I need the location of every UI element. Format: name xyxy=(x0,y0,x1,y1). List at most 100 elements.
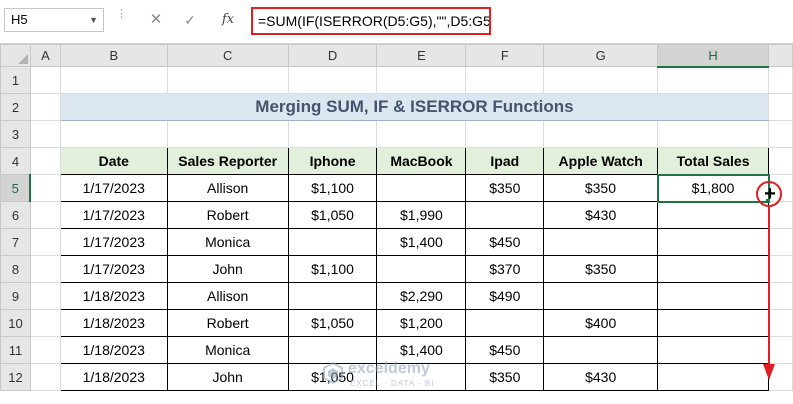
cell-macbook[interactable]: $2,290 xyxy=(376,282,467,310)
cell-date[interactable]: 1/17/2023 xyxy=(59,174,168,202)
name-box[interactable]: H5 ▼ xyxy=(4,8,104,32)
header-apple-watch[interactable]: Apple Watch xyxy=(543,147,659,175)
cell-ipad[interactable] xyxy=(465,201,545,229)
cell-apple-watch[interactable] xyxy=(543,228,659,256)
cell-h1[interactable] xyxy=(657,66,769,94)
row-header-3[interactable]: 3 xyxy=(0,120,31,148)
cell-a4[interactable] xyxy=(29,147,61,175)
row-header-9[interactable]: 9 xyxy=(0,282,31,310)
cell-iphone[interactable]: $1,100 xyxy=(287,174,378,202)
col-header-e[interactable]: E xyxy=(376,44,467,67)
cell-apple-watch[interactable]: $430 xyxy=(543,201,659,229)
cell-c3[interactable] xyxy=(166,120,289,148)
cell-a3[interactable] xyxy=(29,120,61,148)
cell-total-sales[interactable] xyxy=(657,363,769,391)
col-header-h[interactable]: H xyxy=(657,44,769,68)
row-header-2[interactable]: 2 xyxy=(0,93,31,121)
cell-iphone[interactable] xyxy=(287,282,378,310)
header-sales-reporter[interactable]: Sales Reporter xyxy=(166,147,289,175)
cell-date[interactable]: 1/17/2023 xyxy=(59,201,168,229)
cell-apple-watch[interactable]: $430 xyxy=(543,363,659,391)
cell-apple-watch[interactable] xyxy=(543,336,659,364)
cell-total-sales[interactable] xyxy=(657,201,769,229)
cell-apple-watch[interactable]: $350 xyxy=(543,174,659,202)
row-header-4[interactable]: 4 xyxy=(0,147,31,175)
cell-date[interactable]: 1/18/2023 xyxy=(59,282,168,310)
cell-macbook[interactable] xyxy=(376,174,467,202)
cell-ipad[interactable] xyxy=(465,309,545,337)
col-header-b[interactable]: B xyxy=(59,44,168,67)
cell-ipad[interactable]: $490 xyxy=(465,282,545,310)
cell-ipad[interactable]: $350 xyxy=(465,174,545,202)
formula-input[interactable]: =SUM(IF(ISERROR(D5:G5),"",D5:G5)) xyxy=(251,7,491,35)
cell-i1[interactable] xyxy=(768,66,793,94)
cell-a6[interactable] xyxy=(29,201,61,229)
header-ipad[interactable]: Ipad xyxy=(465,147,545,175)
chevron-down-icon[interactable]: ▼ xyxy=(89,9,98,31)
cell-f1[interactable] xyxy=(465,66,545,94)
cell-g1[interactable] xyxy=(543,66,659,94)
cell-reporter[interactable]: Robert xyxy=(166,201,289,229)
cell-i3[interactable] xyxy=(768,120,793,148)
cell-total-sales[interactable] xyxy=(657,309,769,337)
col-header-extra[interactable] xyxy=(768,44,793,67)
cell-macbook[interactable]: $1,400 xyxy=(376,228,467,256)
cell-a7[interactable] xyxy=(29,228,61,256)
cell-macbook[interactable] xyxy=(376,255,467,283)
cell-total-sales[interactable] xyxy=(657,282,769,310)
cell-e3[interactable] xyxy=(376,120,467,148)
header-macbook[interactable]: MacBook xyxy=(376,147,467,175)
cell-reporter[interactable]: Robert xyxy=(166,309,289,337)
cell-d3[interactable] xyxy=(287,120,378,148)
header-date[interactable]: Date xyxy=(59,147,168,175)
row-header-12[interactable]: 12 xyxy=(0,363,31,391)
row-header-10[interactable]: 10 xyxy=(0,309,31,337)
select-all-corner[interactable] xyxy=(0,44,31,67)
cell-a5[interactable] xyxy=(29,174,61,202)
cell-b1[interactable] xyxy=(59,66,168,94)
cell-reporter[interactable]: Allison xyxy=(166,174,289,202)
header-total-sales[interactable]: Total Sales xyxy=(657,147,769,175)
cell-total-sales[interactable] xyxy=(657,255,769,283)
cell-apple-watch[interactable] xyxy=(543,282,659,310)
cell-a9[interactable] xyxy=(29,282,61,310)
cell-total-sales[interactable] xyxy=(657,336,769,364)
cell-date[interactable]: 1/18/2023 xyxy=(59,363,168,391)
cell-f3[interactable] xyxy=(465,120,545,148)
cell-iphone[interactable]: $1,100 xyxy=(287,255,378,283)
cell-reporter[interactable]: Monica xyxy=(166,228,289,256)
cell-a1[interactable] xyxy=(29,66,61,94)
header-iphone[interactable]: Iphone xyxy=(287,147,378,175)
cell-e1[interactable] xyxy=(376,66,467,94)
enter-icon[interactable]: ✓ xyxy=(180,10,200,30)
row-header-7[interactable]: 7 xyxy=(0,228,31,256)
col-header-a[interactable]: A xyxy=(29,44,61,67)
cell-d1[interactable] xyxy=(287,66,378,94)
col-header-c[interactable]: C xyxy=(166,44,289,67)
cell-total-sales-selected[interactable]: $1,800 xyxy=(656,173,770,203)
row-header-5[interactable]: 5 xyxy=(0,174,32,202)
cell-reporter[interactable]: John xyxy=(166,363,289,391)
cell-i2[interactable] xyxy=(768,93,793,121)
cell-ipad[interactable]: $370 xyxy=(465,255,545,283)
col-header-d[interactable]: D xyxy=(287,44,378,67)
cell-date[interactable]: 1/18/2023 xyxy=(59,336,168,364)
row-header-11[interactable]: 11 xyxy=(0,336,31,364)
cell-date[interactable]: 1/17/2023 xyxy=(59,255,168,283)
cell-g3[interactable] xyxy=(543,120,659,148)
cell-date[interactable]: 1/18/2023 xyxy=(59,309,168,337)
cell-i4[interactable] xyxy=(768,147,793,175)
cell-macbook[interactable]: $1,200 xyxy=(376,309,467,337)
cell-a10[interactable] xyxy=(29,309,61,337)
cell-apple-watch[interactable]: $400 xyxy=(543,309,659,337)
cell-reporter[interactable]: Allison xyxy=(166,282,289,310)
cell-iphone[interactable] xyxy=(287,228,378,256)
col-header-g[interactable]: G xyxy=(543,44,659,67)
cell-iphone[interactable]: $1,050 xyxy=(287,309,378,337)
cell-b3[interactable] xyxy=(59,120,168,148)
cell-reporter[interactable]: Monica xyxy=(166,336,289,364)
cell-total-sales[interactable] xyxy=(657,228,769,256)
insert-function-icon[interactable]: fx xyxy=(218,10,238,30)
cell-reporter[interactable]: John xyxy=(166,255,289,283)
cell-a2[interactable] xyxy=(29,93,61,121)
